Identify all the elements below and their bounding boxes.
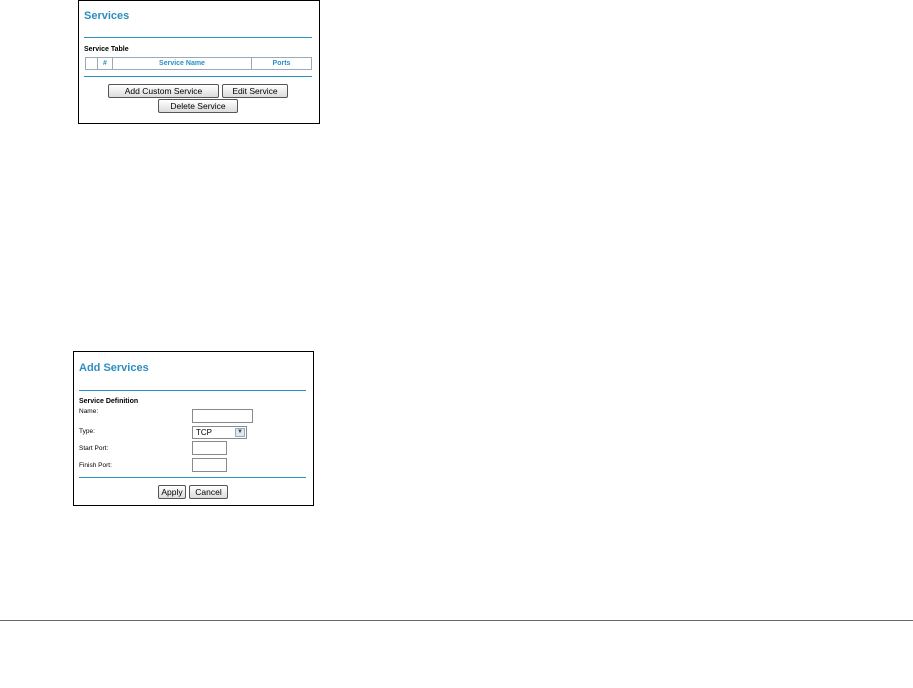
add-services-bottom-rule [79, 477, 306, 478]
service-definition-label: Service Definition [79, 398, 139, 405]
col-select [85, 57, 98, 70]
col-service-name: Service Name [112, 57, 252, 70]
start-port-field[interactable] [192, 441, 227, 455]
services-title: Services [84, 10, 130, 22]
cancel-button[interactable]: Cancel [189, 485, 228, 499]
type-select[interactable]: TCP ▼ [192, 426, 247, 439]
apply-button[interactable]: Apply [158, 485, 186, 499]
add-services-title: Add Services [79, 362, 149, 374]
services-table-rule [84, 76, 312, 77]
services-title-rule [84, 37, 312, 38]
type-label: Type: [79, 428, 95, 435]
col-number: # [97, 57, 113, 70]
chevron-down-icon[interactable]: ▼ [235, 428, 245, 437]
add-services-panel: Add Services Service Definition Name: Ty… [73, 351, 314, 506]
services-panel: Services Service Table # Service Name Po… [78, 0, 320, 124]
name-label: Name: [79, 408, 99, 415]
finish-port-field[interactable] [192, 458, 227, 472]
service-table-header: # Service Name Ports [85, 57, 312, 70]
delete-service-button[interactable]: Delete Service [158, 99, 238, 113]
type-select-value: TCP [196, 428, 212, 437]
finish-port-label: Finish Port: [79, 462, 112, 469]
edit-service-button[interactable]: Edit Service [222, 84, 288, 98]
start-port-label: Start Port: [79, 445, 109, 452]
service-table-label: Service Table [84, 46, 129, 53]
add-custom-service-button[interactable]: Add Custom Service [108, 84, 219, 98]
add-services-title-rule [79, 390, 306, 391]
service-table: # Service Name Ports [85, 57, 312, 70]
name-field[interactable] [192, 409, 253, 423]
page-divider [0, 620, 913, 621]
col-ports: Ports [251, 57, 312, 70]
